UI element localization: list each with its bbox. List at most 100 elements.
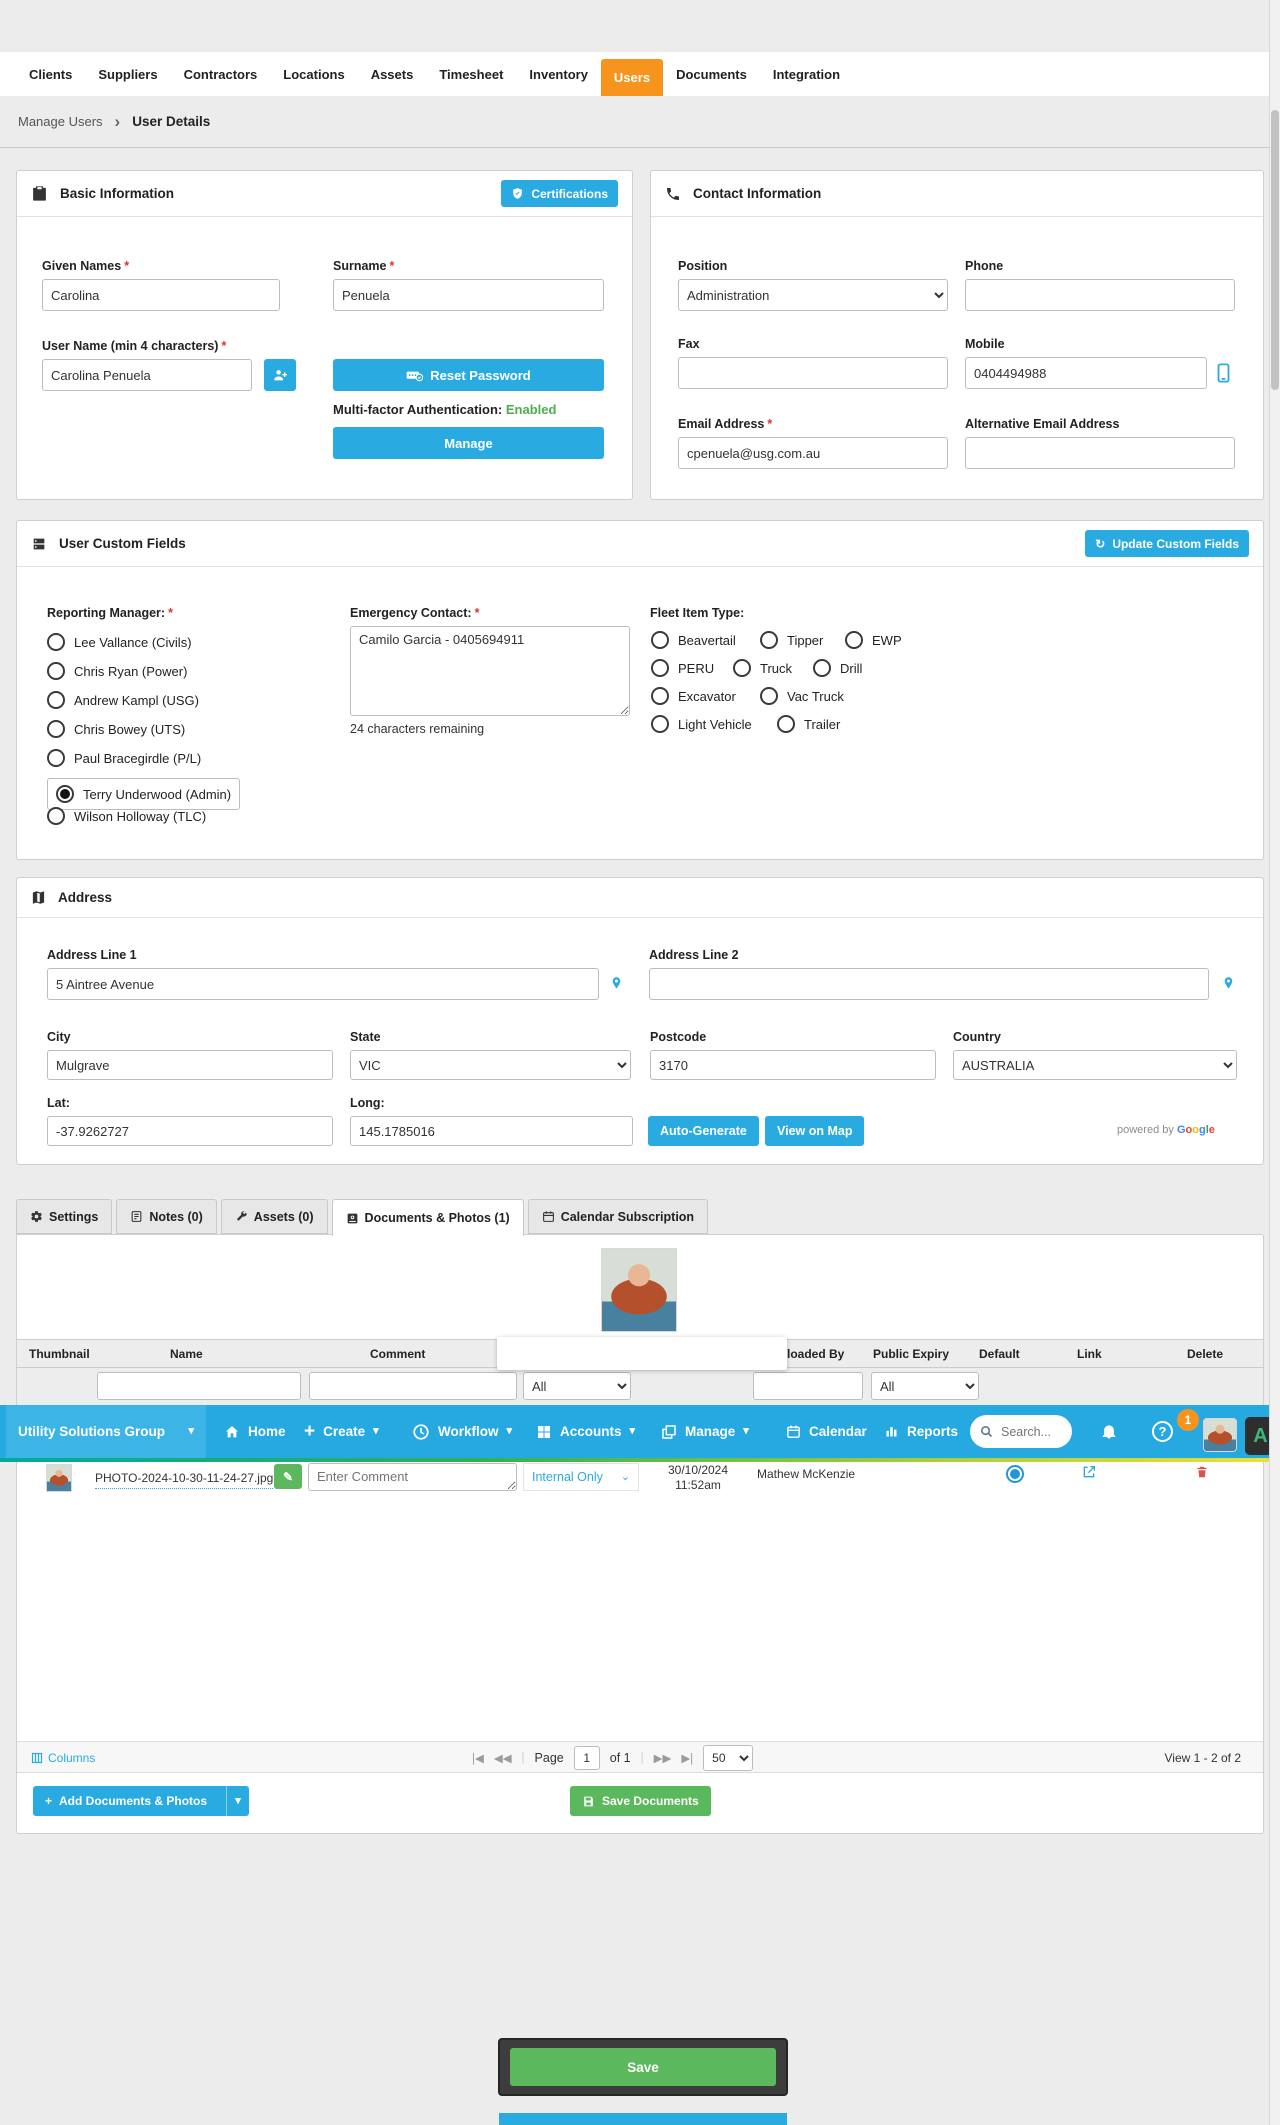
location-pin-icon[interactable] (1221, 974, 1236, 993)
page-size-select[interactable]: 50 (703, 1745, 753, 1771)
toolbar-calendar[interactable]: Calendar (786, 1405, 867, 1458)
fleet-type-option[interactable]: PERU (651, 659, 714, 677)
reporting-manager-option[interactable]: Chris Bowey (UTS) (47, 720, 185, 738)
uploaded-by-filter-input[interactable] (753, 1372, 863, 1400)
tab-documents-photos[interactable]: Documents & Photos (1) (332, 1199, 524, 1236)
user-accounts-button[interactable] (264, 359, 296, 391)
pager-first-icon[interactable]: |◀ (472, 1751, 484, 1765)
visibility-filter-select[interactable]: All (523, 1372, 631, 1400)
fleet-type-option[interactable]: Drill (813, 659, 862, 677)
columns-link[interactable]: Columns (31, 1751, 95, 1765)
top-tab-inventory[interactable]: Inventory (516, 52, 601, 96)
radio-icon[interactable] (845, 631, 863, 649)
radio-icon[interactable] (47, 691, 65, 709)
toolbar-create[interactable]: + Create ▾ (304, 1405, 379, 1458)
top-tab-clients[interactable]: Clients (16, 52, 85, 96)
phone-input[interactable] (965, 279, 1235, 311)
username-input[interactable] (42, 359, 252, 391)
document-comment-textarea[interactable] (308, 1463, 517, 1491)
top-tab-contractors[interactable]: Contractors (171, 52, 271, 96)
fleet-type-option[interactable]: Truck (733, 659, 792, 677)
state-select[interactable]: VIC (350, 1050, 631, 1080)
address-line1-input[interactable] (47, 968, 599, 1000)
top-tab-locations[interactable]: Locations (270, 52, 357, 96)
add-documents-photos-button[interactable]: +Add Documents & Photos ▾ (33, 1786, 249, 1816)
page-scrollbar[interactable] (1269, 0, 1280, 2125)
radio-icon[interactable] (813, 659, 831, 677)
scrollbar-thumb[interactable] (1271, 110, 1279, 390)
top-tab-timesheet[interactable]: Timesheet (426, 52, 516, 96)
position-select[interactable]: Administration (678, 279, 948, 311)
toolbar-home[interactable]: Home (224, 1405, 286, 1458)
comment-filter-input[interactable] (309, 1372, 517, 1400)
fleet-type-option[interactable]: Excavator (651, 687, 736, 705)
address-line2-input[interactable] (649, 968, 1209, 1000)
top-tab-users[interactable]: Users (601, 59, 663, 96)
pager-prev-icon[interactable]: ◀◀ (494, 1751, 512, 1765)
trash-icon[interactable] (1195, 1464, 1209, 1480)
org-switcher[interactable]: Utility Solutions Group ▾ (6, 1405, 206, 1458)
fleet-type-option[interactable]: Vac Truck (760, 687, 844, 705)
public-expiry-filter-select[interactable]: All (871, 1372, 979, 1400)
pager-last-icon[interactable]: ▶| (681, 1751, 693, 1765)
long-input[interactable] (350, 1116, 633, 1146)
search-input[interactable] (999, 1424, 1065, 1440)
mfa-manage-button[interactable]: Manage (333, 427, 604, 459)
city-input[interactable] (47, 1050, 333, 1080)
col-public-expiry[interactable]: Public Expiry (873, 1347, 949, 1361)
certifications-button[interactable]: Certifications (501, 180, 618, 207)
fleet-type-option[interactable]: Tipper (760, 631, 823, 649)
fleet-type-option[interactable]: Light Vehicle (651, 715, 752, 733)
reporting-manager-option[interactable]: Chris Ryan (Power) (47, 662, 187, 680)
radio-icon[interactable] (47, 633, 65, 651)
breadcrumb-parent[interactable]: Manage Users (18, 114, 103, 129)
radio-icon[interactable] (47, 662, 65, 680)
radio-icon[interactable] (47, 720, 65, 738)
radio-icon[interactable] (651, 715, 669, 733)
reporting-manager-option[interactable]: Andrew Kampl (USG) (47, 691, 199, 709)
default-radio-checked[interactable] (1006, 1465, 1024, 1483)
radio-icon[interactable] (651, 659, 669, 677)
fleet-type-option[interactable]: Trailer (777, 715, 840, 733)
auto-generate-button[interactable]: Auto-Generate (648, 1116, 759, 1146)
save-button[interactable]: Save (510, 2048, 776, 2086)
reporting-manager-option-selected[interactable]: Terry Underwood (Admin) (47, 778, 240, 810)
reporting-manager-option[interactable]: Wilson Holloway (TLC) (47, 807, 206, 825)
document-name[interactable]: PHOTO-2024-10-30-11-24-27.jpg (95, 1471, 273, 1489)
radio-icon[interactable] (651, 631, 669, 649)
given-names-input[interactable] (42, 279, 280, 311)
radio-icon[interactable] (47, 749, 65, 767)
reporting-manager-option[interactable]: Lee Vallance (Civils) (47, 633, 192, 651)
col-uploaded-by[interactable]: loaded By (787, 1347, 844, 1361)
email-input[interactable] (678, 437, 948, 469)
emergency-contact-textarea[interactable]: Camilo Garcia - 0405694911 (350, 626, 630, 716)
fleet-type-option[interactable]: EWP (845, 631, 902, 649)
alt-email-input[interactable] (965, 437, 1235, 469)
toolbar-manage[interactable]: Manage ▾ (661, 1405, 749, 1458)
postcode-input[interactable] (650, 1050, 936, 1080)
country-select[interactable]: AUSTRALIA (953, 1050, 1237, 1080)
external-link-icon[interactable] (1081, 1464, 1097, 1480)
fleet-type-option[interactable]: Beavertail (651, 631, 736, 649)
reporting-manager-option[interactable]: Paul Bracegirdle (P/L) (47, 749, 201, 767)
name-filter-input[interactable] (97, 1372, 301, 1400)
bell-icon[interactable] (1100, 1421, 1118, 1441)
location-pin-icon[interactable] (609, 974, 624, 993)
toolbar-workflow[interactable]: Workflow ▾ (412, 1405, 512, 1458)
col-name[interactable]: Name (170, 1347, 203, 1361)
lat-input[interactable] (47, 1116, 333, 1146)
add-documents-caret[interactable]: ▾ (226, 1786, 249, 1816)
radio-checked-icon[interactable] (56, 785, 74, 803)
save-documents-button[interactable]: Save Documents (570, 1786, 711, 1816)
top-tab-integration[interactable]: Integration (760, 52, 853, 96)
col-comment[interactable]: Comment (370, 1347, 425, 1361)
tab-assets[interactable]: Assets (0) (221, 1199, 328, 1234)
top-tab-suppliers[interactable]: Suppliers (85, 52, 170, 96)
surname-input[interactable] (333, 279, 604, 311)
view-on-map-button[interactable]: View on Map (765, 1116, 864, 1146)
top-tab-assets[interactable]: Assets (358, 52, 427, 96)
user-avatar[interactable] (1203, 1418, 1237, 1452)
radio-icon[interactable] (777, 715, 795, 733)
mobile-phone-icon[interactable] (1217, 363, 1230, 383)
pager-next-icon[interactable]: ▶▶ (654, 1751, 672, 1765)
